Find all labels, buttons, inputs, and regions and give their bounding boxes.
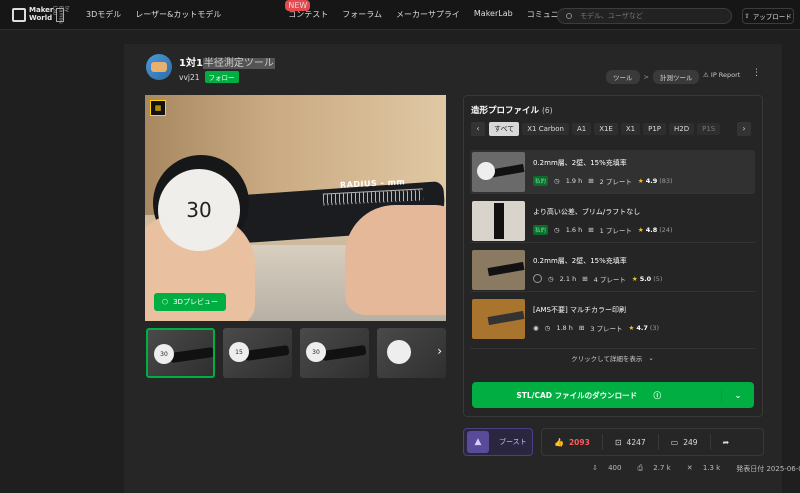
plate-icon: ⊞	[588, 225, 594, 234]
private-tag: 私的	[533, 175, 549, 186]
share-icon: ➦	[722, 437, 730, 447]
breadcrumb-measuring-tools[interactable]: 計測ツール	[652, 70, 700, 84]
filter-all[interactable]: すべて	[489, 121, 520, 136]
view-count-icon: ✕	[686, 464, 695, 472]
filter-x1c[interactable]: X1 Carbon	[522, 122, 569, 135]
info-icon: ⓘ	[653, 390, 662, 400]
bookmark-icon: ⊡	[614, 437, 622, 447]
boost-button[interactable]: ▲ ブースト	[463, 428, 533, 456]
makerworld-logo[interactable]: Maker World by Bambu Lab	[12, 5, 70, 24]
profile-item[interactable]: 0.2mm層、2壁、15%充填率 私的 ◷ 1.9 h ⊞ 2 プレート ★ 4.9(…	[470, 150, 755, 194]
nav-contest[interactable]: コンテスト	[288, 9, 328, 20]
filter-x1e[interactable]: X1E	[594, 122, 618, 135]
profile-item[interactable]: 0.2mm層、2壁、15%充填率 ◷ 2.1 h ⊞ 4 プレート ★ 5.0 (5)	[470, 248, 755, 292]
filter-x1[interactable]: X1	[620, 122, 641, 135]
eye-icon: ◉	[533, 324, 539, 332]
logo-side-label: by Bambu Lab	[51, 5, 70, 24]
model-stats: ⇩ 400 ⎙ 2.7 k ✕ 1.3 k 発表日付 2025-06-06	[592, 464, 800, 474]
show-details-button[interactable]: クリックして詳細を表示 ⌄	[470, 348, 755, 366]
profile-item[interactable]: [AMS不要] マルチカラー印刷 ◉ ◷ 1.8 h ⊞ 3 プレート ★ 4.7 (3…	[470, 297, 755, 341]
search-placeholder: モデル、ユーザなど	[580, 12, 643, 20]
plate-icon: ⊞	[582, 274, 588, 283]
profile-name: より高い公差、ブリム/ラフトなし	[533, 207, 641, 216]
thumbnail[interactable]: ›	[377, 328, 446, 378]
profiles-title: 造形プロファイル (6)	[471, 106, 553, 116]
share-button[interactable]: ➦	[711, 434, 747, 450]
filter-h2d[interactable]: H2D	[669, 122, 695, 135]
star-icon: ★	[631, 274, 638, 283]
ip-report-link[interactable]: ⚠ IP Report	[703, 71, 740, 79]
main-nav: 3Dモデル レーザー&カットモデルNEW コンテスト フォーラム メーカーサプラ…	[86, 0, 588, 20]
private-tag: 私的	[533, 224, 549, 235]
author-name[interactable]: vvj21	[179, 73, 200, 82]
filter-p1s[interactable]: P1S	[697, 122, 721, 135]
download-count-icon: ⇩	[592, 464, 601, 472]
profile-name: 0.2mm層、2壁、15%充填率	[533, 158, 627, 167]
main-image[interactable]: 30 RADIUS - mm ▦	[145, 95, 446, 321]
chevron-right-icon[interactable]: ›	[437, 344, 442, 358]
plate-icon: ⊞	[578, 324, 585, 332]
3d-preview-button[interactable]: ⬡ 3Dプレビュー	[154, 293, 226, 311]
publish-date: 発表日付 2025-06-06	[736, 465, 800, 473]
logo-line2: World	[29, 13, 53, 22]
chevron-down-icon[interactable]: ⌄	[722, 391, 754, 400]
comment-icon: ▭	[670, 437, 679, 447]
search-input[interactable]: モデル、ユーザなど	[557, 8, 732, 24]
star-icon: ★	[637, 225, 644, 234]
chevron-left-icon[interactable]: ‹	[471, 121, 485, 136]
avatar[interactable]	[146, 54, 172, 80]
upload-label: アップロード	[752, 13, 792, 21]
print-count-icon: ⎙	[637, 464, 646, 472]
cube-icon: ⬡	[162, 298, 169, 306]
clock-icon: ◷	[548, 274, 554, 283]
rocket-icon: ▲	[467, 431, 489, 453]
breadcrumb-separator: >	[643, 73, 649, 81]
radius-disc: 30	[158, 169, 240, 251]
search-icon	[566, 13, 572, 19]
chevron-down-icon: ⌄	[648, 353, 654, 362]
thumbnail[interactable]: 30	[146, 328, 215, 378]
makerworld-badge-icon: ▦	[150, 100, 166, 116]
collect-button[interactable]: ⊡ 4247	[603, 434, 659, 450]
thumbnail[interactable]: 30	[300, 328, 369, 378]
printer-filters: ‹ すべて X1 Carbon A1 X1E X1 P1P H2D P1S ›	[471, 121, 755, 136]
star-icon: ★	[628, 324, 635, 332]
filter-a1[interactable]: A1	[571, 122, 592, 135]
profile-name: [AMS不要] マルチカラー印刷	[533, 306, 626, 314]
profile-name: 0.2mm層、2壁、15%充填率	[533, 256, 627, 265]
upload-button[interactable]: ⇧ アップロード	[742, 8, 794, 24]
report-icon: ⚠	[703, 71, 711, 79]
logo-mark-icon	[12, 7, 26, 22]
breadcrumb: ツール > 計測ツール	[606, 70, 700, 84]
author: vvj21 フォロー	[179, 71, 239, 83]
star-icon: ★	[637, 176, 644, 185]
action-bar: 👍 2093 ⊡ 4247 ▭ 249 ➦	[541, 428, 764, 456]
more-options-icon[interactable]: ⋮	[752, 68, 761, 78]
clock-icon: ◷	[554, 176, 560, 185]
profile-item[interactable]: より高い公差、ブリム/ラフトなし 私的 ◷ 1.6 h ⊞ 1 プレート ★ 4.8(…	[470, 199, 755, 243]
thumbs-up-icon: 👍	[554, 437, 564, 447]
nav-laser-cut[interactable]: レーザー&カットモデルNEW	[135, 0, 311, 20]
upload-icon: ⇧	[744, 12, 750, 20]
chevron-right-icon[interactable]: ›	[737, 121, 751, 136]
filter-p1p[interactable]: P1P	[643, 122, 667, 135]
download-button[interactable]: STL/CAD ファイルのダウンロード ⓘ ⌄	[472, 382, 754, 408]
top-bar: Maker World by Bambu Lab 3Dモデル レーザー&カットモデ…	[0, 0, 800, 30]
comment-button[interactable]: ▭ 249	[659, 434, 711, 450]
badge-icon	[533, 274, 542, 283]
thumbnail-strip: 30 15 30 ›	[146, 328, 446, 378]
nav-forum[interactable]: フォーラム	[342, 9, 382, 20]
follow-button[interactable]: フォロー	[204, 71, 239, 83]
nav-3d-models[interactable]: 3Dモデル	[86, 9, 121, 20]
clock-icon: ◷	[544, 324, 551, 332]
like-button[interactable]: 👍 2093	[542, 434, 603, 450]
thumbnail[interactable]: 15	[223, 328, 292, 378]
clock-icon: ◷	[554, 225, 560, 234]
page-title: 1対1半径測定ツール	[179, 58, 275, 69]
plate-icon: ⊞	[588, 176, 594, 185]
nav-makerlab[interactable]: MakerLab	[474, 9, 513, 20]
nav-maker-supply[interactable]: メーカーサプライ	[396, 9, 460, 20]
breadcrumb-tools[interactable]: ツール	[606, 70, 640, 84]
